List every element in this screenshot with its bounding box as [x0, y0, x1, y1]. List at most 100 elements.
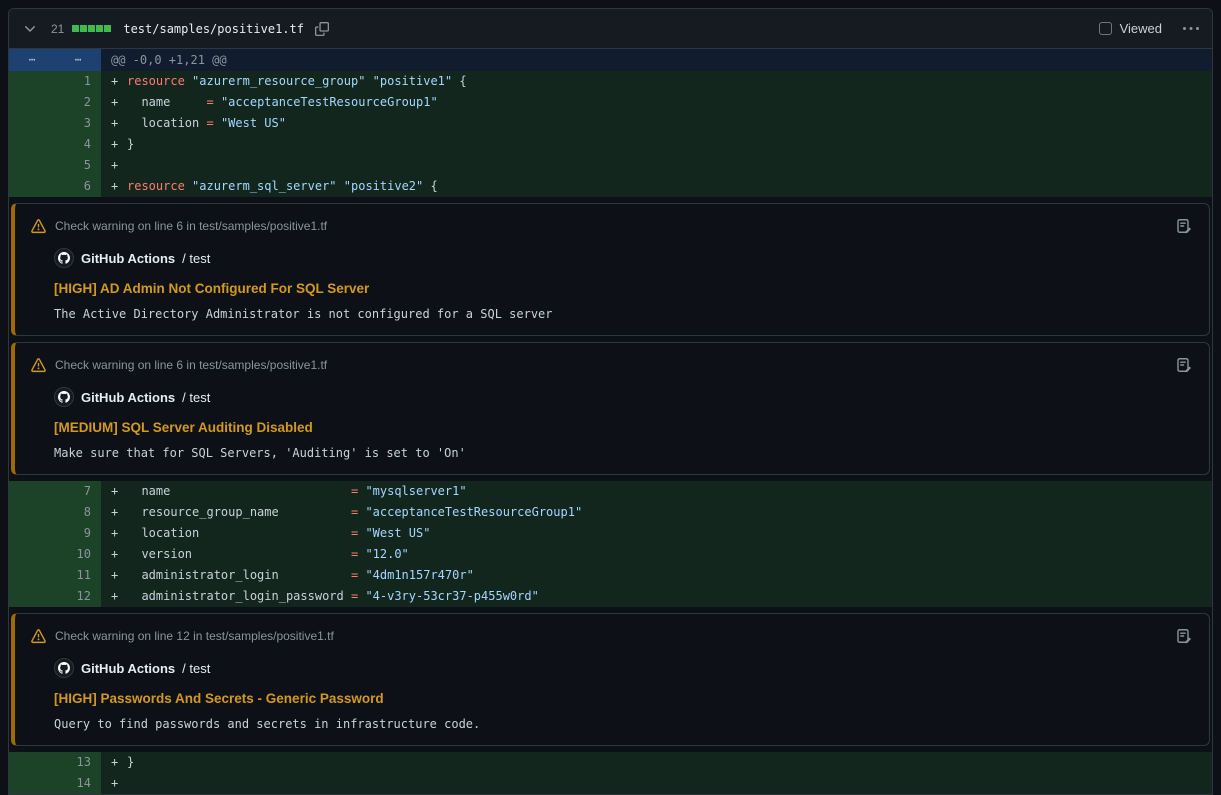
new-line-number[interactable]: 1 — [55, 71, 101, 92]
old-line-number[interactable] — [9, 481, 55, 502]
new-line-number[interactable]: 5 — [55, 155, 101, 176]
diff-add-marker: + — [111, 565, 127, 586]
check-run-name: / test — [182, 390, 210, 405]
annotation-header-text: Check warning on line 6 in test/samples/… — [55, 358, 327, 372]
collapse-file-button[interactable] — [19, 18, 41, 40]
expand-hunk-down-button[interactable]: ⋯ — [55, 49, 101, 71]
new-line-number[interactable]: 3 — [55, 113, 101, 134]
code-token: administrator_login — [127, 568, 351, 582]
code-content: +resource "azurerm_sql_server" "positive… — [101, 176, 1212, 197]
code-content: + location = "West US" — [101, 113, 1212, 134]
code-token: resource — [127, 179, 185, 193]
code-content: + administrator_login_password = "4-v3ry… — [101, 586, 1212, 607]
new-line-number[interactable]: 8 — [55, 502, 101, 523]
diff-line-2: 2+ name = "acceptanceTestResourceGroup1" — [9, 92, 1212, 113]
code-token — [214, 95, 221, 109]
code-content: + resource_group_name = "acceptanceTestR… — [101, 502, 1212, 523]
code-content: +} — [101, 134, 1212, 155]
code-token: = — [206, 95, 213, 109]
code-token: "azurerm_resource_group" — [192, 74, 365, 88]
annotation-header-text: Check warning on line 6 in test/samples/… — [55, 219, 327, 233]
check-annotation: Check warning on line 12 in test/samples… — [11, 613, 1210, 746]
new-line-number[interactable]: 4 — [55, 134, 101, 155]
kebab-horizontal-icon — [1183, 21, 1199, 37]
code-token: name — [127, 484, 351, 498]
old-line-number[interactable] — [9, 773, 55, 794]
new-line-number[interactable]: 10 — [55, 544, 101, 565]
file-options-button[interactable] — [1180, 18, 1202, 40]
code-token: name — [127, 95, 206, 109]
new-line-number[interactable]: 13 — [55, 752, 101, 773]
file-diff-card: 21 test/samples/positive1.tf Viewed ⋯⋯@@… — [8, 8, 1213, 795]
diffstat — [72, 25, 111, 32]
old-line-number[interactable] — [9, 544, 55, 565]
diff-line-4: 4+} — [9, 134, 1212, 155]
file-name[interactable]: test/samples/positive1.tf — [123, 22, 304, 36]
github-logo-icon — [58, 252, 70, 264]
old-line-number[interactable] — [9, 155, 55, 176]
code-token — [337, 179, 344, 193]
copy-path-button[interactable] — [312, 19, 332, 39]
annotation-body: GitHub Actions/ test[MEDIUM] SQL Server … — [31, 387, 1195, 460]
diff-line-12: 12+ administrator_login_password = "4-v3… — [9, 586, 1212, 607]
code-token: "mysqlserver1" — [365, 484, 466, 498]
code-token: location — [127, 526, 351, 540]
code-token: "4dm1n157r470r" — [365, 568, 473, 582]
annotation-header-row: Check warning on line 12 in test/samples… — [31, 625, 1195, 647]
code-content: + name = "mysqlserver1" — [101, 481, 1212, 502]
annotation-title: [HIGH] Passwords And Secrets - Generic P… — [54, 691, 1195, 706]
new-line-number[interactable]: 12 — [55, 586, 101, 607]
code-token: "positive2" — [344, 179, 423, 193]
new-line-number[interactable]: 7 — [55, 481, 101, 502]
code-token: "4-v3ry-53cr37-p455w0rd" — [365, 589, 538, 603]
annotation-action-button[interactable] — [1173, 354, 1195, 376]
new-line-number[interactable]: 6 — [55, 176, 101, 197]
check-app-name[interactable]: GitHub Actions — [81, 390, 175, 405]
annotation-action-button[interactable] — [1173, 215, 1195, 237]
diff-line-10: 10+ version = "12.0" — [9, 544, 1212, 565]
code-content: + — [101, 155, 1212, 176]
old-line-number[interactable] — [9, 565, 55, 586]
check-app-name[interactable]: GitHub Actions — [81, 251, 175, 266]
old-line-number[interactable] — [9, 586, 55, 607]
viewed-control[interactable]: Viewed — [1099, 21, 1162, 36]
annotation-action-button[interactable] — [1173, 625, 1195, 647]
diff-add-marker: + — [111, 502, 127, 523]
new-line-number[interactable]: 2 — [55, 92, 101, 113]
annotation-body: GitHub Actions / test [HIGH] Passwords And… — [31, 658, 1195, 731]
new-line-number[interactable]: 14 — [55, 773, 101, 794]
diff-line-7: 7+ name = "mysqlserver1" — [9, 481, 1212, 502]
code-content: + — [101, 773, 1212, 794]
changed-lines-count: 21 — [51, 22, 64, 36]
old-line-number[interactable] — [9, 134, 55, 155]
check-run-name: / test — [182, 661, 210, 676]
diffstat-square — [72, 25, 79, 32]
new-line-number[interactable]: 9 — [55, 523, 101, 544]
annotation-title: [HIGH] AD Admin Not Configured For SQL S… — [54, 281, 1195, 296]
check-app-name[interactable]: GitHub Actions — [81, 661, 175, 676]
diff-line-6: 6+resource "azurerm_sql_server" "positiv… — [9, 176, 1212, 197]
annotation-message: Make sure that for SQL Servers, 'Auditin… — [54, 446, 1195, 460]
diff-line-13: 13+} — [9, 752, 1212, 773]
old-line-number[interactable] — [9, 502, 55, 523]
old-line-number[interactable] — [9, 523, 55, 544]
old-line-number[interactable] — [9, 752, 55, 773]
code-content: +} — [101, 752, 1212, 773]
warning-triangle-icon — [31, 219, 46, 234]
github-actions-avatar — [54, 387, 74, 407]
code-token: resource — [127, 74, 185, 88]
viewed-checkbox[interactable] — [1099, 22, 1112, 35]
github-logo-icon — [58, 662, 70, 674]
github-logo-icon — [58, 391, 70, 403]
old-line-number[interactable] — [9, 71, 55, 92]
old-line-number[interactable] — [9, 92, 55, 113]
code-token — [185, 74, 192, 88]
new-line-number[interactable]: 11 — [55, 565, 101, 586]
old-line-number[interactable] — [9, 113, 55, 134]
old-line-number[interactable] — [9, 176, 55, 197]
check-run-name: / test — [182, 251, 210, 266]
expand-hunk-up-button[interactable]: ⋯ — [9, 49, 55, 71]
diff-line-14: 14+ — [9, 773, 1212, 794]
diffstat-square — [96, 25, 103, 32]
code-token: location — [127, 116, 206, 130]
